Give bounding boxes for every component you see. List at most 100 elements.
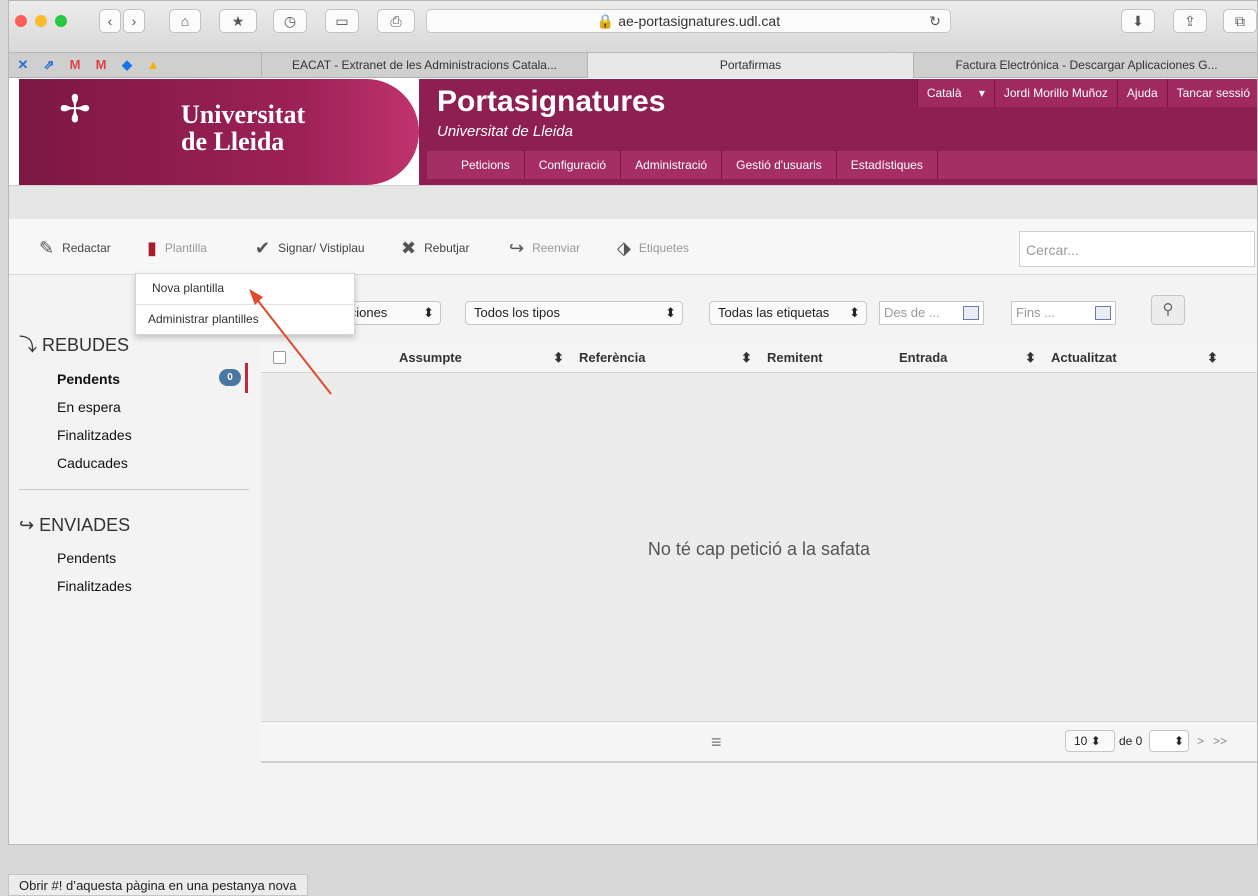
nav-configuracio[interactable]: Configuració [525, 151, 622, 179]
sidebar-item-caducades[interactable]: Caducades [19, 449, 251, 477]
col-assumpte[interactable]: Assumpte [399, 343, 462, 373]
reload-icon[interactable]: ↻ [923, 9, 947, 33]
google-drive-icon[interactable]: ▲ [145, 57, 161, 73]
sent-arrow-icon: ↪ [19, 515, 35, 535]
next-page-link[interactable]: > [1197, 734, 1204, 748]
tab-factura[interactable]: Factura Electrónica - Descargar Aplicaci… [913, 53, 1257, 78]
date-from-input[interactable]: Des de ... [879, 301, 984, 325]
sidebar-item-en-espera[interactable]: En espera [19, 393, 251, 421]
downloads-icon[interactable]: ⬇ [1121, 9, 1155, 33]
confluence-icon[interactable]: ✕ [15, 57, 31, 73]
signar-button[interactable]: ✔ Signar/ Vistiplau [255, 235, 365, 261]
sidebar-icon[interactable]: ▭ [325, 9, 359, 33]
language-label: Català [926, 86, 962, 100]
col-referencia-label: Referència [579, 350, 646, 365]
language-select[interactable]: Català ▾ [916, 79, 994, 107]
action-toolbar: ✎ Redactar ▮ Plantilla ✔ Signar/ Vistiplau … [9, 219, 1257, 275]
logo-text-line1: Universitat [181, 100, 306, 129]
etiquetes-button[interactable]: ⬗ Etiquetes [617, 235, 689, 261]
search-button[interactable]: ⚲ [1151, 295, 1185, 325]
tab-portafirmas[interactable]: Portafirmas [587, 53, 913, 78]
gmail-m-icon[interactable]: M [67, 57, 83, 73]
redactar-button[interactable]: ✎ Redactar [39, 235, 111, 261]
university-logo[interactable]: ✢ Universitat de Lleida [19, 79, 419, 185]
page-count-label: de 0 [1119, 734, 1143, 748]
menu-item-administrar-plantilles[interactable]: Administrar plantilles [136, 304, 354, 334]
address-bar[interactable]: 🔒 ae-portasignatures.udl.cat [426, 9, 951, 33]
print-icon[interactable]: ⎙ [377, 9, 415, 33]
sort-icon[interactable]: ⬍ [741, 343, 752, 373]
sort-icon[interactable]: ⬍ [1025, 343, 1036, 373]
date-to-input[interactable]: Fins ... [1011, 301, 1116, 325]
document-icon: ▮ [147, 237, 157, 258]
etiquetes-label: Etiquetes [638, 241, 689, 255]
calendar-icon[interactable] [963, 306, 979, 320]
col-entrada-label: Entrada [899, 350, 948, 365]
nav-administracio[interactable]: Administració [621, 151, 723, 179]
app-title: Portasignatures [437, 85, 666, 118]
col-referencia[interactable]: Referència [579, 343, 645, 373]
bookmarks-icon[interactable]: ★ [219, 9, 257, 33]
sidebar-item-finalitzades[interactable]: Finalitzades [19, 421, 251, 449]
logout-link[interactable]: Tancar sessió [1166, 79, 1257, 107]
sidebar-item-enviades-finalitzades[interactable]: Finalitzades [19, 572, 251, 600]
tab-eacat[interactable]: EACAT - Extranet de les Administracions … [261, 53, 587, 78]
menu-item-nova-plantilla[interactable]: Nova plantilla [136, 274, 354, 304]
page-number-select[interactable]: ⬍ [1149, 730, 1189, 752]
plantilla-dropdown: Nova plantilla Administrar plantilles [135, 273, 355, 335]
table-header: Assumpte ⬍ Referència ⬍ Remitent Entrada… [261, 343, 1257, 373]
tag-filter-select[interactable]: Todas las etiquetas ⬍ [709, 301, 867, 325]
gmail-icon[interactable]: M [93, 57, 109, 73]
logo-text-line2: de Lleida [181, 127, 285, 156]
select-all-checkbox[interactable] [273, 351, 286, 364]
home-icon[interactable]: ⌂ [169, 9, 201, 33]
back-icon[interactable]: ‹ [99, 9, 121, 33]
dropbox-icon[interactable]: ◆ [119, 57, 135, 73]
help-link[interactable]: Ajuda [1116, 79, 1167, 107]
nav-peticions[interactable]: Peticions [427, 151, 525, 179]
lock-icon: 🔒 [596, 13, 615, 29]
page-size-value: 10 [1074, 734, 1088, 748]
zoom-window-button[interactable] [55, 15, 67, 27]
date-to-placeholder: Fins ... [1016, 305, 1056, 320]
rebutjar-label: Rebutjar [424, 241, 470, 255]
sidebar-item-enviades-pendents[interactable]: Pendents [19, 544, 251, 572]
enviades-heading[interactable]: ↪ ENVIADES [19, 515, 251, 536]
col-actualitzat[interactable]: Actualitzat [1051, 343, 1117, 373]
nav-gestio-usuaris[interactable]: Gestió d'usuaris [722, 151, 837, 179]
col-remitent[interactable]: Remitent [767, 343, 823, 373]
sort-icon[interactable]: ⬍ [1207, 343, 1218, 373]
forward-icon[interactable]: › [123, 9, 145, 33]
page-size-select[interactable]: 10 ⬍ [1065, 730, 1115, 752]
reenviar-button[interactable]: ↪ Reenviar [509, 235, 580, 261]
pencil-icon: ✎ [39, 237, 55, 258]
rebutjar-button[interactable]: ✖ Rebutjar [401, 235, 469, 261]
plantilla-button[interactable]: ▮ Plantilla [147, 235, 207, 261]
pending-count-badge: 0 [219, 369, 241, 386]
top-nav: Català ▾ Jordi Morillo Muñoz Ajuda Tanca… [916, 79, 1257, 107]
calendar-icon[interactable] [1095, 306, 1111, 320]
jira-icon[interactable]: ⇗ [41, 57, 57, 73]
header-band: Portasignatures Universitat de Lleida Ca… [419, 79, 1257, 185]
inbox-arrow-icon: ⤵ [19, 335, 37, 355]
sidebar: ⤵ REBUDES Pendents En espera Finalitzade… [19, 331, 251, 600]
sidebar-item-pendents[interactable]: Pendents [19, 365, 251, 393]
sort-icon[interactable]: ⬍ [553, 343, 564, 373]
menu-icon[interactable]: ≡ [711, 732, 722, 753]
tabs-overview-icon[interactable]: ⧉ [1223, 9, 1257, 33]
user-name-link[interactable]: Jordi Morillo Muñoz [993, 79, 1117, 107]
empty-message: No té cap petició a la safata [647, 539, 871, 559]
history-icon[interactable]: ◷ [273, 9, 307, 33]
minimize-window-button[interactable] [35, 15, 47, 27]
x-icon: ✖ [401, 237, 417, 258]
last-page-link[interactable]: >> [1213, 734, 1227, 748]
type-filter-select[interactable]: Todos los tipos ⬍ [465, 301, 683, 325]
select-arrows-icon: ⬍ [849, 305, 860, 320]
share-icon[interactable]: ⇪ [1173, 9, 1207, 33]
close-window-button[interactable] [15, 15, 27, 27]
col-entrada[interactable]: Entrada [899, 343, 947, 373]
nav-estadistiques[interactable]: Estadístiques [837, 151, 938, 179]
col-assumpte-label: Assumpte [399, 350, 462, 365]
search-input[interactable]: Cercar... [1019, 231, 1255, 267]
active-indicator [245, 363, 248, 393]
